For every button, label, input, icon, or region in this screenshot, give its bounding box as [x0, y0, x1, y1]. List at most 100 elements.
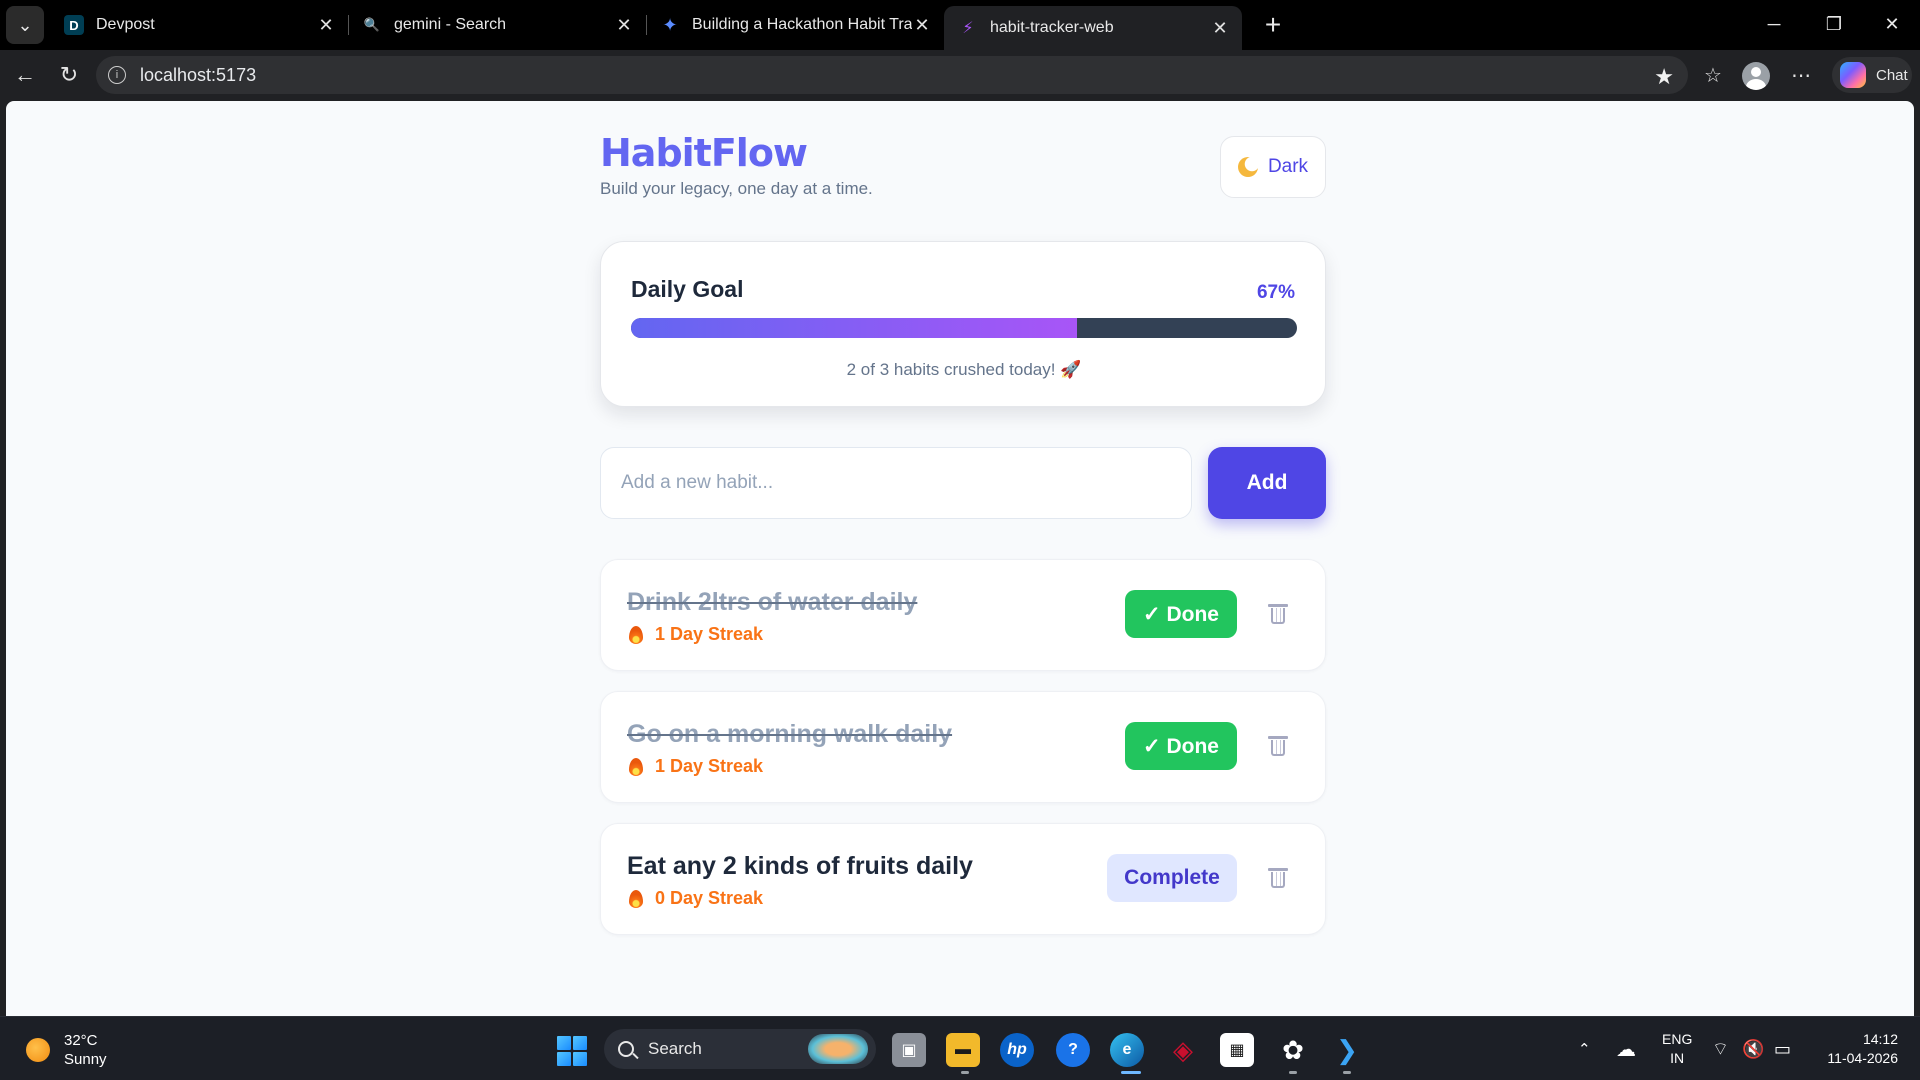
habit-streak: 0 Day Streak	[629, 888, 763, 909]
onedrive-icon[interactable]: ☁	[1616, 1017, 1636, 1080]
daily-goal-progress-fill	[631, 318, 1078, 338]
tab-habit-tracker-web[interactable]: ⚡ habit-tracker-web ✕	[944, 6, 1242, 50]
app-header: HabitFlow Build your legacy, one day at …	[600, 131, 1326, 221]
daily-goal-summary: 2 of 3 habits crushed today! 🚀	[846, 360, 1082, 379]
more-menu-button[interactable]: ⋯	[1784, 58, 1818, 92]
favorites-icon: ☆	[1704, 64, 1722, 87]
tab-search-menu-button[interactable]: ⌄	[6, 6, 44, 44]
language-top: ENG	[1662, 1031, 1693, 1047]
battery-icon[interactable]: ▭	[1774, 1017, 1791, 1080]
clock[interactable]: 14:12 11-04-2026	[1818, 1030, 1898, 1068]
tab-title: Devpost	[96, 16, 155, 33]
tray-overflow-button[interactable]: ⌃	[1578, 1017, 1591, 1080]
daily-goal-title: Daily Goal	[631, 276, 744, 302]
habit-streak: 1 Day Streak	[629, 756, 763, 777]
tab-title: Building a Hackathon Habit Tracker	[692, 16, 912, 33]
habit-card: Drink 2ltrs of water daily 1 Day Streak …	[600, 559, 1326, 671]
new-tab-button[interactable]: +	[1256, 8, 1290, 42]
hp-icon[interactable]: hp	[1000, 1033, 1034, 1067]
copilot-icon	[1840, 62, 1866, 88]
daily-goal-percent: 67%	[1256, 282, 1295, 303]
close-icon[interactable]: ✕	[912, 15, 932, 36]
trash-icon[interactable]	[1268, 868, 1288, 890]
search-icon	[618, 1041, 634, 1057]
reload-button[interactable]: ↻	[52, 58, 86, 92]
running-indicator	[1289, 1071, 1297, 1074]
habit-streak-label: 1 Day Streak	[655, 624, 764, 644]
search-highlight-image	[808, 1034, 868, 1064]
avatar[interactable]	[1742, 62, 1770, 90]
daily-goal-card: Daily Goal 67% 2 of 3 habits crushed tod…	[600, 241, 1326, 407]
help-icon[interactable]: ?	[1056, 1033, 1090, 1067]
habit-name: Go on a morning walk daily	[627, 720, 953, 748]
gemini-icon: ✦	[662, 14, 678, 35]
trash-icon[interactable]	[1268, 736, 1288, 758]
running-indicator	[1343, 1071, 1351, 1074]
habit-complete-button[interactable]: Complete	[1107, 854, 1237, 902]
restore-button[interactable]: ❐	[1806, 0, 1862, 48]
chat-label: Chat	[1876, 66, 1908, 84]
minimize-icon: ─	[1767, 13, 1781, 34]
search-icon: 🔍	[363, 17, 381, 32]
weather-widget[interactable]: 32°C Sunny	[26, 1031, 107, 1069]
start-button[interactable]	[557, 1036, 587, 1066]
more-icon: ⋯	[1791, 64, 1811, 87]
close-icon[interactable]: ✕	[316, 15, 336, 36]
weather-temp: 32°C	[64, 1032, 98, 1049]
close-window-button[interactable]: ✕	[1864, 0, 1920, 48]
habit-streak-label: 1 Day Streak	[655, 756, 764, 776]
add-habit-button[interactable]: Add	[1208, 447, 1326, 519]
mcafee-icon[interactable]: ◈	[1166, 1033, 1200, 1067]
task-view-icon[interactable]: ▣	[892, 1033, 926, 1067]
close-icon[interactable]: ✕	[1210, 18, 1230, 39]
windows-taskbar: 32°C Sunny Search ▣ ▬ hp ? e ◈ ▦ ✿ ❯ ⌃ ☁…	[0, 1016, 1920, 1080]
restore-icon: ❐	[1825, 13, 1843, 34]
tab-gemini-chat[interactable]: ✦ Building a Hackathon Habit Tracker ✕	[646, 0, 944, 50]
favorites-button[interactable]: ☆	[1696, 58, 1730, 92]
add-habit-form: Add	[600, 447, 1326, 519]
fire-icon	[629, 889, 643, 908]
store-icon[interactable]: ▦	[1220, 1033, 1254, 1067]
star-icon[interactable]: ★	[1654, 64, 1674, 90]
tab-devpost[interactable]: D Devpost ✕	[50, 0, 348, 50]
taskbar-search-label: Search	[648, 1039, 702, 1058]
vscode-icon[interactable]: ❯	[1330, 1033, 1364, 1067]
moon-icon	[1237, 157, 1258, 177]
devpost-icon: D	[64, 15, 84, 35]
active-indicator	[1121, 1071, 1141, 1074]
page-viewport: HabitFlow Build your legacy, one day at …	[6, 101, 1914, 1016]
minimize-button[interactable]: ─	[1746, 0, 1802, 48]
chevron-down-icon: ⌄	[17, 14, 33, 35]
app-tagline: Build your legacy, one day at a time.	[600, 179, 873, 198]
tab-gemini-search[interactable]: 🔍 gemini - Search ✕	[348, 0, 646, 50]
close-icon[interactable]: ✕	[614, 15, 634, 36]
back-button[interactable]: ←	[8, 58, 42, 92]
chatgpt-icon[interactable]: ✿	[1276, 1033, 1310, 1067]
habit-name: Drink 2ltrs of water daily	[627, 588, 918, 616]
habit-streak: 1 Day Streak	[629, 624, 763, 645]
habit-card: Go on a morning walk daily 1 Day Streak …	[600, 691, 1326, 803]
info-icon[interactable]: i	[108, 66, 126, 84]
theme-toggle-button[interactable]: Dark	[1220, 136, 1326, 198]
tab-list: D Devpost ✕ 🔍 gemini - Search ✕ ✦ Buildi…	[50, 0, 1242, 50]
edge-icon[interactable]: e	[1110, 1033, 1144, 1067]
running-indicator	[961, 1071, 969, 1074]
habit-done-button[interactable]: ✓ Done	[1125, 590, 1237, 638]
volume-muted-icon[interactable]: 🔇	[1742, 1017, 1764, 1080]
tab-title: habit-tracker-web	[990, 19, 1114, 36]
language-bottom: IN	[1670, 1050, 1685, 1066]
taskbar-search[interactable]: Search	[604, 1029, 876, 1069]
wifi-icon[interactable]: ⌔	[1712, 1017, 1729, 1080]
file-explorer-icon[interactable]: ▬	[946, 1033, 980, 1067]
habit-done-button[interactable]: ✓ Done	[1125, 722, 1237, 770]
copilot-chat-button[interactable]: Chat	[1832, 57, 1912, 93]
fire-icon	[629, 757, 643, 776]
address-bar[interactable]: i localhost:5173 ★	[96, 56, 1688, 94]
app-title: HabitFlow	[600, 131, 808, 175]
tab-title: gemini - Search	[394, 16, 507, 33]
language-indicator[interactable]: ENG IN	[1662, 1030, 1692, 1068]
reload-icon: ↻	[59, 62, 79, 87]
daily-goal-progress-bar	[631, 318, 1297, 338]
trash-icon[interactable]	[1268, 604, 1288, 626]
new-habit-input[interactable]	[600, 447, 1192, 519]
